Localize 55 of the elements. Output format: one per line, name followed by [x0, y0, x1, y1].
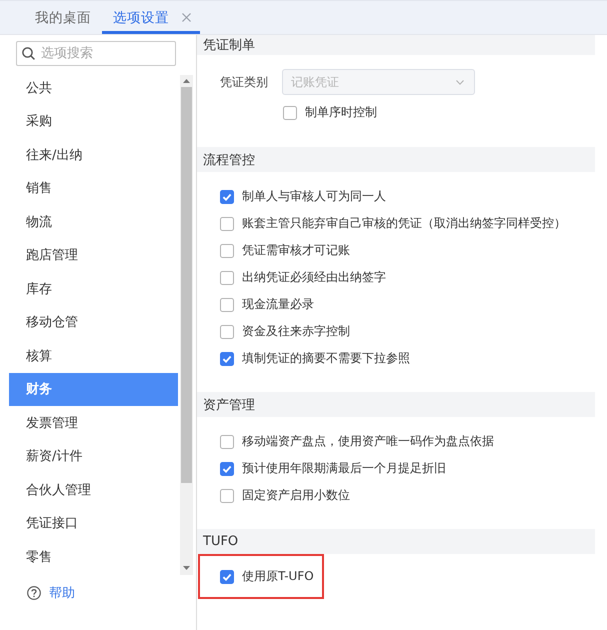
help-link[interactable]: 帮助	[27, 583, 75, 603]
checkbox[interactable]	[220, 190, 234, 204]
option-label: 制单人与审核人可为同一人	[242, 188, 386, 205]
option-label: 固定资产启用小数位	[242, 487, 350, 504]
help-icon	[27, 586, 41, 600]
search-icon	[22, 47, 35, 60]
scroll-up-arrow-icon[interactable]	[183, 79, 190, 83]
option-label: 账套主管只能弃审自己审核的凭证（取消出纳签字同样受控）	[242, 215, 566, 232]
checkbox[interactable]	[220, 244, 234, 258]
tab[interactable]: 选项设置	[102, 1, 200, 34]
section-header: 凭证制单	[197, 35, 595, 55]
close-icon[interactable]	[182, 13, 191, 22]
scroll-down-arrow-icon[interactable]	[183, 566, 190, 570]
sidebar-item[interactable]: 库存	[9, 272, 178, 306]
option-label: 预计使用年限期满最后一个月提足折旧	[242, 460, 446, 477]
sidebar-item[interactable]: 发票管理	[9, 406, 178, 440]
checkbox[interactable]	[220, 488, 234, 502]
option-label: 现金流量必录	[242, 296, 314, 313]
sidebar-item[interactable]: 凭证接口	[9, 506, 178, 540]
checkbox[interactable]	[283, 106, 297, 120]
option-label: 出纳凭证必须经由出纳签字	[242, 269, 386, 286]
section-header: TUFO	[197, 529, 595, 554]
option-label: 资金及往来赤字控制	[242, 323, 350, 340]
sidebar-item[interactable]: 物流	[9, 205, 178, 238]
tab[interactable]: 我的桌面	[35, 1, 102, 34]
option-label: 制单序时控制	[305, 104, 377, 121]
sidebar-item[interactable]: 销售	[9, 172, 178, 205]
sidebar-item[interactable]: 移动仓管	[9, 306, 178, 339]
sidebar-item[interactable]: 核算	[9, 339, 178, 372]
checkbox[interactable]	[220, 434, 234, 448]
section-header: 资产管理	[197, 392, 595, 417]
checkbox[interactable]	[220, 570, 234, 584]
checkbox[interactable]	[220, 216, 234, 230]
checkbox[interactable]	[220, 324, 234, 338]
option-label: 移动端资产盘点，使用资产唯一码作为盘点依据	[242, 433, 494, 450]
sidebar-item[interactable]: 往来/出纳	[9, 138, 178, 172]
sidebar-item[interactable]: 采购	[9, 104, 178, 138]
section-header: 流程管控	[197, 147, 595, 172]
checkbox[interactable]	[220, 462, 234, 476]
checkbox[interactable]	[220, 298, 234, 312]
scrollbar[interactable]	[180, 75, 193, 575]
search-field[interactable]: 选项搜索	[16, 41, 176, 66]
sidebar-item[interactable]: 合伙人管理	[9, 473, 178, 506]
sidebar-item[interactable]: 薪资/计件	[9, 440, 178, 473]
scrollbar-thumb[interactable]	[181, 87, 192, 483]
option-label: 填制凭证的摘要不需要下拉参照	[242, 350, 410, 367]
option-label: 凭证需审核才可记账	[242, 242, 350, 259]
field-label: 凭证类别	[220, 74, 269, 90]
sidebar-item[interactable]: 零售	[9, 540, 178, 574]
sidebar-item[interactable]: 跑店管理	[9, 238, 178, 272]
sidebar-item[interactable]: 公共	[9, 71, 178, 104]
option-label: 使用原T-UFO	[242, 568, 314, 585]
checkbox[interactable]	[220, 270, 234, 284]
chevron-down-icon	[456, 80, 464, 84]
checkbox[interactable]	[220, 352, 234, 366]
